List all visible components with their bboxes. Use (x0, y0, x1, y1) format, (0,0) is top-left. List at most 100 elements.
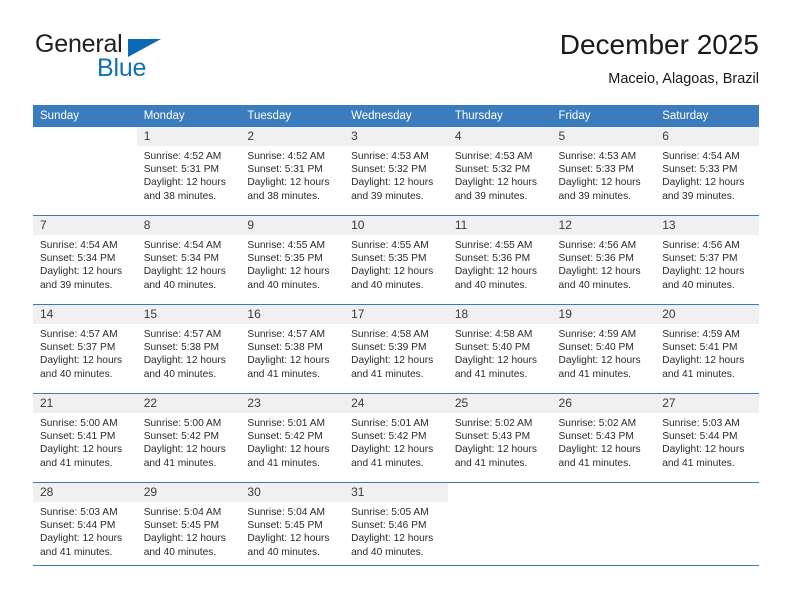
sunrise-text: Sunrise: 4:54 AM (143, 240, 222, 251)
sunrise-text: Sunrise: 4:57 AM (40, 329, 118, 340)
day-number: 14 (33, 305, 137, 324)
day-cell[interactable]: 13 Sunrise: 4:56 AM Sunset: 5:37 PM Dayligh… (655, 216, 759, 304)
calendar-cell (551, 482, 656, 571)
day-cell[interactable]: 25 Sunrise: 5:02 AM Sunset: 5:43 PM Dayligh… (447, 394, 552, 482)
day-cell[interactable]: 12 Sunrise: 4:56 AM Sunset: 5:36 PM Dayligh… (551, 216, 656, 304)
daylight-text: Daylight: 12 hours and 40 minutes. (247, 533, 330, 558)
day-cell[interactable]: 16 Sunrise: 4:57 AM Sunset: 5:38 PM Dayligh… (240, 305, 345, 393)
day-cell[interactable]: 6 Sunrise: 4:54 AM Sunset: 5:33 PM Daylight… (655, 127, 759, 215)
day-cell[interactable]: 23 Sunrise: 5:01 AM Sunset: 5:42 PM Dayligh… (240, 394, 345, 482)
day-cell[interactable]: 29 Sunrise: 5:04 AM Sunset: 5:45 PM Dayligh… (136, 483, 241, 571)
sunrise-text: Sunrise: 4:54 AM (40, 240, 118, 251)
sunrise-text: Sunrise: 5:05 AM (351, 507, 429, 518)
day-cell[interactable]: 8 Sunrise: 4:54 AM Sunset: 5:34 PM Daylight… (136, 216, 241, 304)
day-number: 19 (551, 305, 656, 324)
day-number: 1 (136, 127, 241, 146)
calendar-cell: 4 Sunrise: 4:53 AM Sunset: 5:32 PM Daylight… (447, 127, 552, 216)
daylight-text: Daylight: 12 hours and 40 minutes. (143, 533, 226, 558)
calendar-header-row: Sunday Monday Tuesday Wednesday Thursday… (33, 105, 759, 127)
day-number: 10 (344, 216, 448, 235)
day-number (552, 483, 656, 502)
day-info: Sunrise: 4:52 AM Sunset: 5:31 PM Daylight:… (137, 146, 241, 209)
day-info: Sunrise: 4:53 AM Sunset: 5:33 PM Daylight:… (552, 146, 656, 209)
sunset-text: Sunset: 5:40 PM (454, 342, 531, 354)
sunset-text: Sunset: 5:33 PM (558, 164, 634, 176)
sunrise-text: Sunrise: 4:58 AM (351, 329, 429, 340)
sunrise-text: Sunrise: 5:04 AM (247, 507, 325, 518)
calendar-cell: 6 Sunrise: 4:54 AM Sunset: 5:33 PM Daylight… (655, 127, 759, 216)
day-cell[interactable]: 4 Sunrise: 4:53 AM Sunset: 5:32 PM Daylight… (447, 127, 552, 215)
sunset-text: Sunset: 5:42 PM (143, 431, 220, 443)
day-number: 31 (344, 483, 448, 502)
day-cell[interactable]: 21 Sunrise: 5:00 AM Sunset: 5:41 PM Dayligh… (33, 394, 137, 482)
sunset-text: Sunset: 5:36 PM (454, 253, 531, 265)
daylight-text: Daylight: 12 hours and 41 minutes. (351, 355, 434, 380)
day-info: Sunrise: 4:57 AM Sunset: 5:38 PM Daylight:… (137, 324, 241, 387)
calendar-cell: 5 Sunrise: 4:53 AM Sunset: 5:33 PM Daylight… (551, 127, 656, 216)
day-cell[interactable]: 28 Sunrise: 5:03 AM Sunset: 5:44 PM Dayligh… (33, 483, 137, 571)
sunset-text: Sunset: 5:36 PM (558, 253, 634, 265)
day-cell[interactable]: 18 Sunrise: 4:58 AM Sunset: 5:40 PM Dayligh… (447, 305, 552, 393)
daylight-text: Daylight: 12 hours and 40 minutes. (662, 266, 745, 291)
sunset-text: Sunset: 5:33 PM (662, 164, 738, 176)
day-cell[interactable]: 3 Sunrise: 4:53 AM Sunset: 5:32 PM Daylight… (344, 127, 448, 215)
day-number (448, 483, 552, 502)
day-cell[interactable]: 19 Sunrise: 4:59 AM Sunset: 5:40 PM Dayligh… (551, 305, 656, 393)
day-cell[interactable]: 27 Sunrise: 5:03 AM Sunset: 5:44 PM Dayligh… (655, 394, 759, 482)
sunrise-text: Sunrise: 4:59 AM (662, 329, 740, 340)
day-cell[interactable]: 31 Sunrise: 5:05 AM Sunset: 5:46 PM Dayligh… (344, 483, 448, 571)
calendar-cell: 15 Sunrise: 4:57 AM Sunset: 5:38 PM Dayligh… (136, 304, 241, 394)
brand-logo[interactable]: General Blue (33, 28, 263, 86)
day-cell[interactable]: 24 Sunrise: 5:01 AM Sunset: 5:42 PM Dayligh… (344, 394, 448, 482)
calendar-week-row: 7 Sunrise: 4:54 AM Sunset: 5:34 PM Daylight… (33, 215, 759, 305)
calendar-cell: 20 Sunrise: 4:59 AM Sunset: 5:41 PM Dayligh… (655, 304, 759, 394)
calendar-cell: 13 Sunrise: 4:56 AM Sunset: 5:37 PM Dayligh… (655, 215, 759, 305)
weekday-header-wednesday: Wednesday (344, 105, 448, 127)
daylight-text: Daylight: 12 hours and 41 minutes. (662, 355, 745, 380)
daylight-text: Daylight: 12 hours and 40 minutes. (351, 533, 434, 558)
day-cell[interactable]: 22 Sunrise: 5:00 AM Sunset: 5:42 PM Dayligh… (136, 394, 241, 482)
day-info: Sunrise: 4:58 AM Sunset: 5:39 PM Daylight:… (344, 324, 448, 387)
day-cell[interactable]: 9 Sunrise: 4:55 AM Sunset: 5:35 PM Daylight… (240, 216, 345, 304)
sunset-text: Sunset: 5:41 PM (662, 342, 738, 354)
page-header: General Blue December 2025 Maceio, Alago… (33, 28, 759, 98)
calendar-cell: 21 Sunrise: 5:00 AM Sunset: 5:41 PM Dayligh… (33, 393, 137, 483)
day-cell[interactable]: 17 Sunrise: 4:58 AM Sunset: 5:39 PM Dayligh… (344, 305, 448, 393)
daylight-text: Daylight: 12 hours and 39 minutes. (662, 177, 745, 202)
calendar-cell: 30 Sunrise: 5:04 AM Sunset: 5:45 PM Dayligh… (240, 482, 345, 571)
calendar-cell: 16 Sunrise: 4:57 AM Sunset: 5:38 PM Dayligh… (240, 304, 345, 394)
day-cell[interactable]: 20 Sunrise: 4:59 AM Sunset: 5:41 PM Dayligh… (655, 305, 759, 393)
day-number: 6 (655, 127, 759, 146)
day-number: 24 (344, 394, 448, 413)
day-number: 15 (136, 305, 241, 324)
day-cell[interactable]: 15 Sunrise: 4:57 AM Sunset: 5:38 PM Dayligh… (136, 305, 241, 393)
day-info: Sunrise: 4:56 AM Sunset: 5:36 PM Daylight:… (552, 235, 656, 298)
weekday-header-sunday: Sunday (33, 105, 137, 127)
day-info: Sunrise: 5:02 AM Sunset: 5:43 PM Daylight:… (552, 413, 656, 476)
day-cell[interactable]: 10 Sunrise: 4:55 AM Sunset: 5:35 PM Dayligh… (344, 216, 448, 304)
day-cell-empty (552, 483, 656, 571)
day-cell[interactable]: 1 Sunrise: 4:52 AM Sunset: 5:31 PM Daylight… (136, 127, 241, 215)
calendar-cell: 14 Sunrise: 4:57 AM Sunset: 5:37 PM Dayligh… (33, 304, 137, 394)
day-info: Sunrise: 4:57 AM Sunset: 5:38 PM Daylight:… (240, 324, 344, 387)
day-cell[interactable]: 26 Sunrise: 5:02 AM Sunset: 5:43 PM Dayligh… (551, 394, 656, 482)
sunset-text: Sunset: 5:40 PM (558, 342, 634, 354)
day-cell[interactable]: 11 Sunrise: 4:55 AM Sunset: 5:36 PM Dayligh… (447, 216, 552, 304)
day-number: 20 (655, 305, 759, 324)
sunrise-text: Sunrise: 4:53 AM (454, 151, 533, 162)
day-cell[interactable]: 2 Sunrise: 4:52 AM Sunset: 5:31 PM Daylight… (240, 127, 345, 215)
day-cell[interactable]: 30 Sunrise: 5:04 AM Sunset: 5:45 PM Dayligh… (240, 483, 345, 571)
day-cell[interactable]: 5 Sunrise: 4:53 AM Sunset: 5:33 PM Daylight… (551, 127, 656, 215)
day-number: 29 (136, 483, 241, 502)
sunrise-text: Sunrise: 4:53 AM (558, 151, 637, 162)
day-cell[interactable]: 14 Sunrise: 4:57 AM Sunset: 5:37 PM Dayligh… (33, 305, 137, 393)
sunrise-text: Sunrise: 4:57 AM (143, 329, 222, 340)
sunset-text: Sunset: 5:42 PM (247, 431, 323, 443)
sunrise-text: Sunrise: 4:52 AM (143, 151, 222, 162)
day-number: 2 (240, 127, 345, 146)
calendar-cell: 25 Sunrise: 5:02 AM Sunset: 5:43 PM Dayligh… (447, 393, 552, 483)
day-cell[interactable]: 7 Sunrise: 4:54 AM Sunset: 5:34 PM Daylight… (33, 216, 137, 304)
sunrise-text: Sunrise: 4:56 AM (662, 240, 740, 251)
daylight-text: Daylight: 12 hours and 39 minutes. (558, 177, 641, 202)
calendar-cell: 23 Sunrise: 5:01 AM Sunset: 5:42 PM Dayligh… (240, 393, 345, 483)
